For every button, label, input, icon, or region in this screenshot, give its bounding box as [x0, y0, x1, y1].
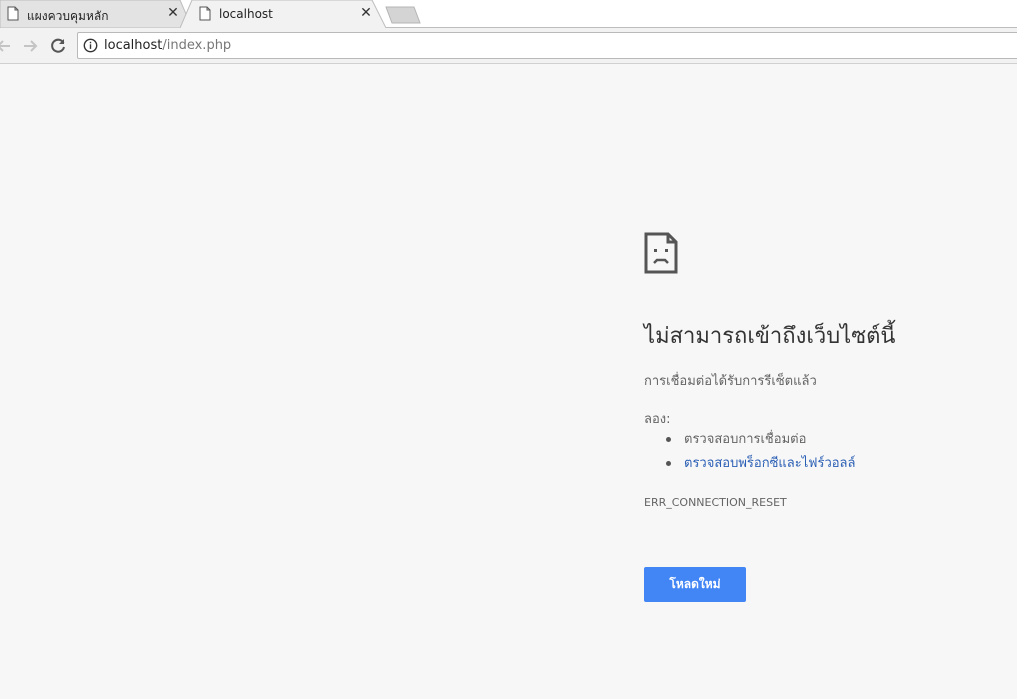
bullet: [666, 461, 671, 466]
tab-strip: แผงควบคุมหลัก ✕ localhost ✕: [0, 0, 1017, 28]
suggestion-item: ตรวจสอบพร็อกซีและไฟร์วอลล์: [644, 454, 855, 478]
new-tab-button[interactable]: [384, 5, 422, 25]
proxy-firewall-link[interactable]: ตรวจสอบพร็อกซีและไฟร์วอลล์: [684, 456, 855, 471]
error-code: ERR_CONNECTION_RESET: [644, 496, 787, 509]
error-page: ไม่สามารถเข้าถึงเว็บไซต์นี้ การเชื่อมต่อ…: [0, 64, 1017, 699]
forward-arrow-icon[interactable]: [20, 36, 40, 56]
suggestions-list: ตรวจสอบการเชื่อมต่อ ตรวจสอบพร็อกซีและไฟร…: [644, 430, 855, 478]
toolbar: localhost/index.php: [0, 28, 1017, 64]
suggestion-text: ตรวจสอบการเชื่อมต่อ: [684, 432, 807, 447]
close-tab-icon[interactable]: ✕: [359, 6, 373, 20]
url-path: /index.php: [162, 38, 232, 53]
tab-title: localhost: [219, 7, 273, 21]
url-host: localhost: [104, 38, 163, 53]
tab-localhost[interactable]: localhost ✕: [180, 0, 386, 28]
page-icon: [7, 6, 19, 21]
sad-page-icon: [644, 232, 678, 274]
error-heading: ไม่สามารถเข้าถึงเว็บไซต์นี้: [644, 324, 896, 349]
bullet: [666, 437, 671, 442]
info-icon[interactable]: [83, 38, 98, 53]
back-arrow-icon[interactable]: [0, 36, 14, 56]
url-text: localhost/index.php: [104, 38, 231, 53]
tab-title: แผงควบคุมหลัก: [27, 9, 109, 23]
close-tab-icon[interactable]: ✕: [166, 6, 180, 20]
suggestion-item: ตรวจสอบการเชื่อมต่อ: [644, 430, 855, 454]
try-label: ลอง:: [644, 412, 671, 427]
address-bar[interactable]: localhost/index.php: [77, 32, 1017, 59]
error-description: การเชื่อมต่อได้รับการรีเซ็ตแล้ว: [644, 374, 817, 389]
browser-chrome: แผงควบคุมหลัก ✕ localhost ✕ localhost/in…: [0, 0, 1017, 64]
reload-icon[interactable]: [48, 36, 68, 56]
tab-main-panel[interactable]: แผงควบคุมหลัก ✕: [0, 0, 192, 28]
page-icon: [199, 6, 211, 21]
reload-button[interactable]: โหลดใหม่: [644, 567, 746, 602]
